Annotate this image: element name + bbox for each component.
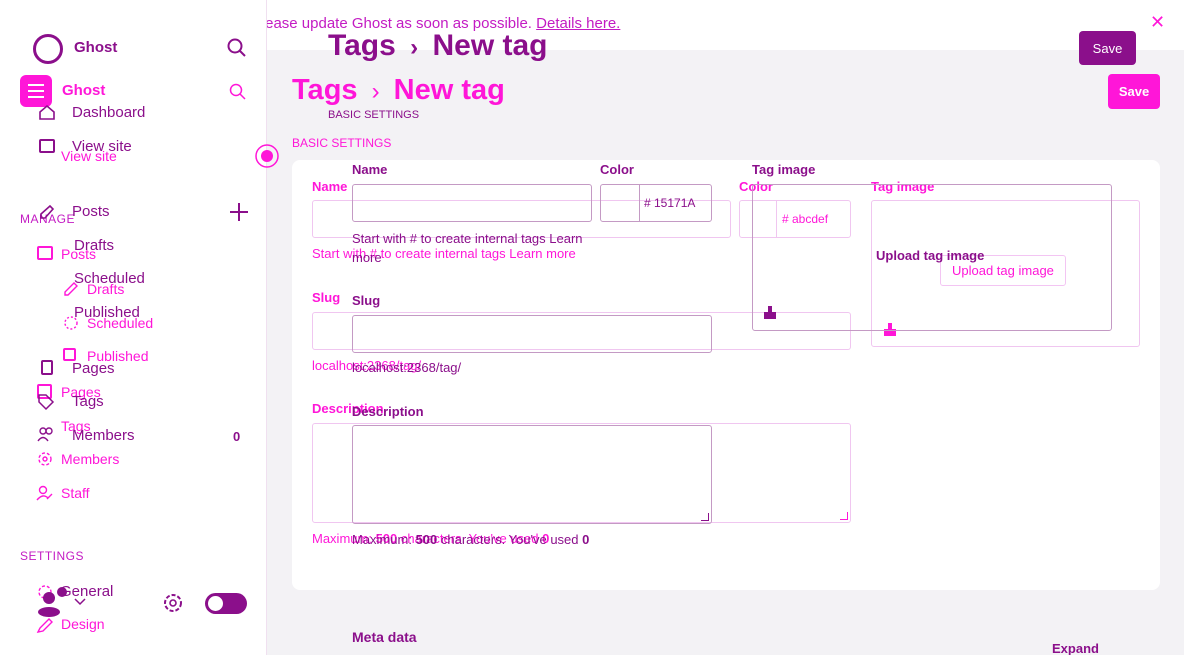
description-used: 0 bbox=[582, 532, 590, 547]
home-icon bbox=[39, 104, 55, 120]
members-count-badge: 0 bbox=[233, 429, 241, 444]
upload-tag-image-button[interactable]: Upload tag image bbox=[876, 248, 984, 263]
name-label-overlay: Name bbox=[312, 179, 348, 194]
breadcrumb-current-overlay: New tag bbox=[393, 74, 505, 106]
color-input[interactable]: # 15171A bbox=[600, 184, 712, 222]
sidebar-item-design[interactable]: Design bbox=[61, 616, 105, 632]
brand-name-overlay: Ghost bbox=[62, 82, 106, 99]
sidebar-item-posts[interactable]: Posts bbox=[72, 203, 110, 220]
resize-handle-icon[interactable] bbox=[840, 512, 848, 520]
color-swatch-divider-dark bbox=[639, 185, 640, 221]
banner-details-link[interactable]: Details here. bbox=[536, 15, 620, 32]
breadcrumb-parent-overlay[interactable]: Tags bbox=[292, 74, 358, 106]
sidebar-item-tags[interactable]: Tags bbox=[72, 393, 104, 410]
color-label: Color bbox=[600, 162, 634, 177]
name-hint: Start with # to create internal tags Lea… bbox=[352, 231, 583, 265]
save-button-overlay[interactable]: Save bbox=[1108, 74, 1160, 109]
clock-icon bbox=[64, 316, 78, 330]
sidebar-section-settings: SETTINGS bbox=[20, 549, 85, 563]
name-label: Name bbox=[352, 162, 388, 177]
search-icon[interactable] bbox=[227, 38, 247, 58]
upload-icon[interactable] bbox=[762, 305, 778, 321]
description-hint-mid: characters. You've used bbox=[437, 532, 583, 547]
sidebar-item-general[interactable]: General bbox=[60, 583, 113, 600]
staff-icon bbox=[36, 485, 53, 501]
members-gear-icon bbox=[38, 452, 52, 466]
tag-icon bbox=[38, 394, 55, 411]
breadcrumb-separator-overlay: › bbox=[371, 78, 380, 105]
breadcrumb-parent[interactable]: Tags bbox=[328, 29, 396, 62]
sidebar-item-drafts-overlay[interactable]: Drafts bbox=[87, 281, 124, 297]
add-post-icon[interactable] bbox=[229, 202, 249, 222]
sidebar-item-members-overlay[interactable]: Members bbox=[61, 451, 119, 467]
basic-settings-label-overlay: BASIC SETTINGS bbox=[292, 136, 392, 150]
description-hint: Maximum: 500 characters. You've used 0 bbox=[352, 532, 589, 547]
description-label: Description bbox=[352, 404, 424, 419]
slug-label-overlay: Slug bbox=[312, 290, 341, 305]
breadcrumb-current: New tag bbox=[432, 29, 548, 62]
brand-name: Ghost bbox=[74, 39, 118, 56]
pages-icon bbox=[41, 360, 53, 375]
avatar[interactable] bbox=[36, 590, 62, 618]
search-icon-overlay[interactable] bbox=[229, 83, 247, 101]
basic-settings-label: BASIC SETTINGS bbox=[328, 109, 420, 121]
page-title-overlay: Tags › New tag bbox=[292, 74, 505, 107]
sidebar-item-staff[interactable]: Staff bbox=[61, 485, 90, 501]
chevron-down-icon[interactable] bbox=[74, 597, 86, 607]
brand-tile-icon bbox=[20, 75, 52, 107]
slug-hint: localhost:2368/tag/ bbox=[352, 360, 462, 375]
slug-label: Slug bbox=[352, 293, 381, 308]
drafts-pen-icon bbox=[64, 282, 78, 296]
design-brush-icon bbox=[36, 618, 53, 633]
sidebar-item-dashboard[interactable]: Dashboard bbox=[72, 104, 145, 121]
sidebar-item-view-site-overlay[interactable]: View site bbox=[61, 148, 117, 164]
gear-icon[interactable] bbox=[161, 591, 185, 615]
target-icon bbox=[255, 144, 279, 168]
page-title: Tags › New tag bbox=[328, 29, 548, 63]
expand-button[interactable]: Expand bbox=[1052, 641, 1099, 655]
save-button[interactable]: Save bbox=[1079, 31, 1136, 65]
description-hint-prefix: Maximum: bbox=[352, 532, 416, 547]
description-textarea[interactable] bbox=[352, 425, 712, 524]
resize-handle-icon-dark[interactable] bbox=[701, 513, 709, 521]
meta-data-title: Meta data bbox=[352, 629, 417, 645]
close-icon[interactable]: ✕ bbox=[1150, 12, 1165, 33]
slug-input[interactable] bbox=[352, 315, 712, 353]
name-input[interactable] bbox=[352, 184, 592, 222]
sidebar-item-pages[interactable]: Pages bbox=[72, 360, 115, 377]
ghost-logo-icon bbox=[33, 34, 63, 64]
pen-icon bbox=[40, 204, 55, 219]
description-max: 500 bbox=[415, 532, 438, 547]
tag-image-label: Tag image bbox=[752, 162, 816, 177]
night-mode-toggle[interactable] bbox=[205, 593, 247, 614]
sidebar-item-drafts[interactable]: Drafts bbox=[74, 237, 114, 254]
sidebar-item-members[interactable]: Members bbox=[72, 427, 135, 444]
color-value: # 15171A bbox=[644, 196, 696, 210]
posts-icon bbox=[37, 246, 53, 260]
members-icon bbox=[37, 427, 53, 442]
breadcrumb-separator: › bbox=[410, 34, 419, 61]
sidebar-item-scheduled-overlay[interactable]: Scheduled bbox=[87, 315, 153, 331]
view-site-icon bbox=[39, 139, 55, 153]
